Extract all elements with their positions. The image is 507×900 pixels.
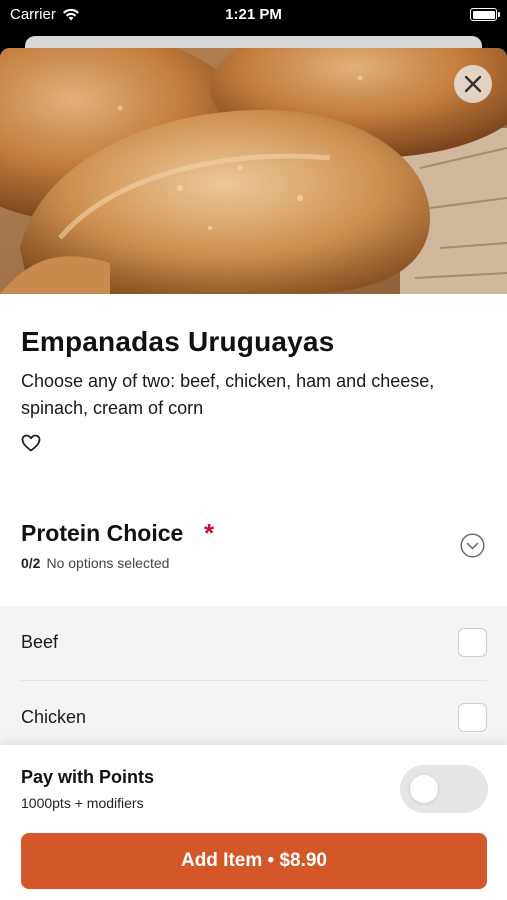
selection-status-text: No options selected <box>46 555 170 571</box>
chevron-down-icon[interactable] <box>460 533 485 558</box>
section-title: Protein Choice <box>21 520 184 546</box>
toggle-knob <box>410 775 438 803</box>
option-checkbox[interactable] <box>458 628 487 657</box>
pay-with-points-subtitle: 1000pts + modifiers <box>21 795 144 811</box>
close-button[interactable] <box>454 65 492 103</box>
required-marker: * <box>204 518 215 548</box>
item-photo <box>0 48 507 294</box>
option-checkbox[interactable] <box>458 703 487 732</box>
option-list: Beef Chicken <box>0 606 507 756</box>
bottom-action-bar: Pay with Points 1000pts + modifiers Add … <box>0 745 507 900</box>
favorite-heart-icon[interactable] <box>21 434 41 452</box>
status-time: 1:21 PM <box>225 6 282 23</box>
item-title: Empanadas Uruguayas <box>21 326 335 357</box>
selection-count: 0/2 <box>21 555 41 571</box>
pay-with-points-toggle[interactable] <box>400 765 488 813</box>
battery-icon <box>470 8 500 21</box>
pay-with-points-title: Pay with Points <box>21 767 155 787</box>
close-icon <box>464 75 482 93</box>
item-description: Choose any of two: beef, chicken, ham an… <box>21 371 435 418</box>
option-chicken[interactable]: Chicken <box>0 681 507 755</box>
selection-status: 0/2 No options selected <box>21 555 169 571</box>
empanadas-image <box>0 48 507 294</box>
option-label: Chicken <box>21 707 87 727</box>
item-detail-sheet: Empanadas Uruguayas Choose any of two: b… <box>0 48 507 900</box>
option-beef[interactable]: Beef <box>0 606 507 680</box>
status-bar: Carrier 1:21 PM <box>0 0 507 30</box>
option-label: Beef <box>21 632 59 652</box>
add-item-button[interactable]: Add Item • $8.90 <box>21 833 487 889</box>
